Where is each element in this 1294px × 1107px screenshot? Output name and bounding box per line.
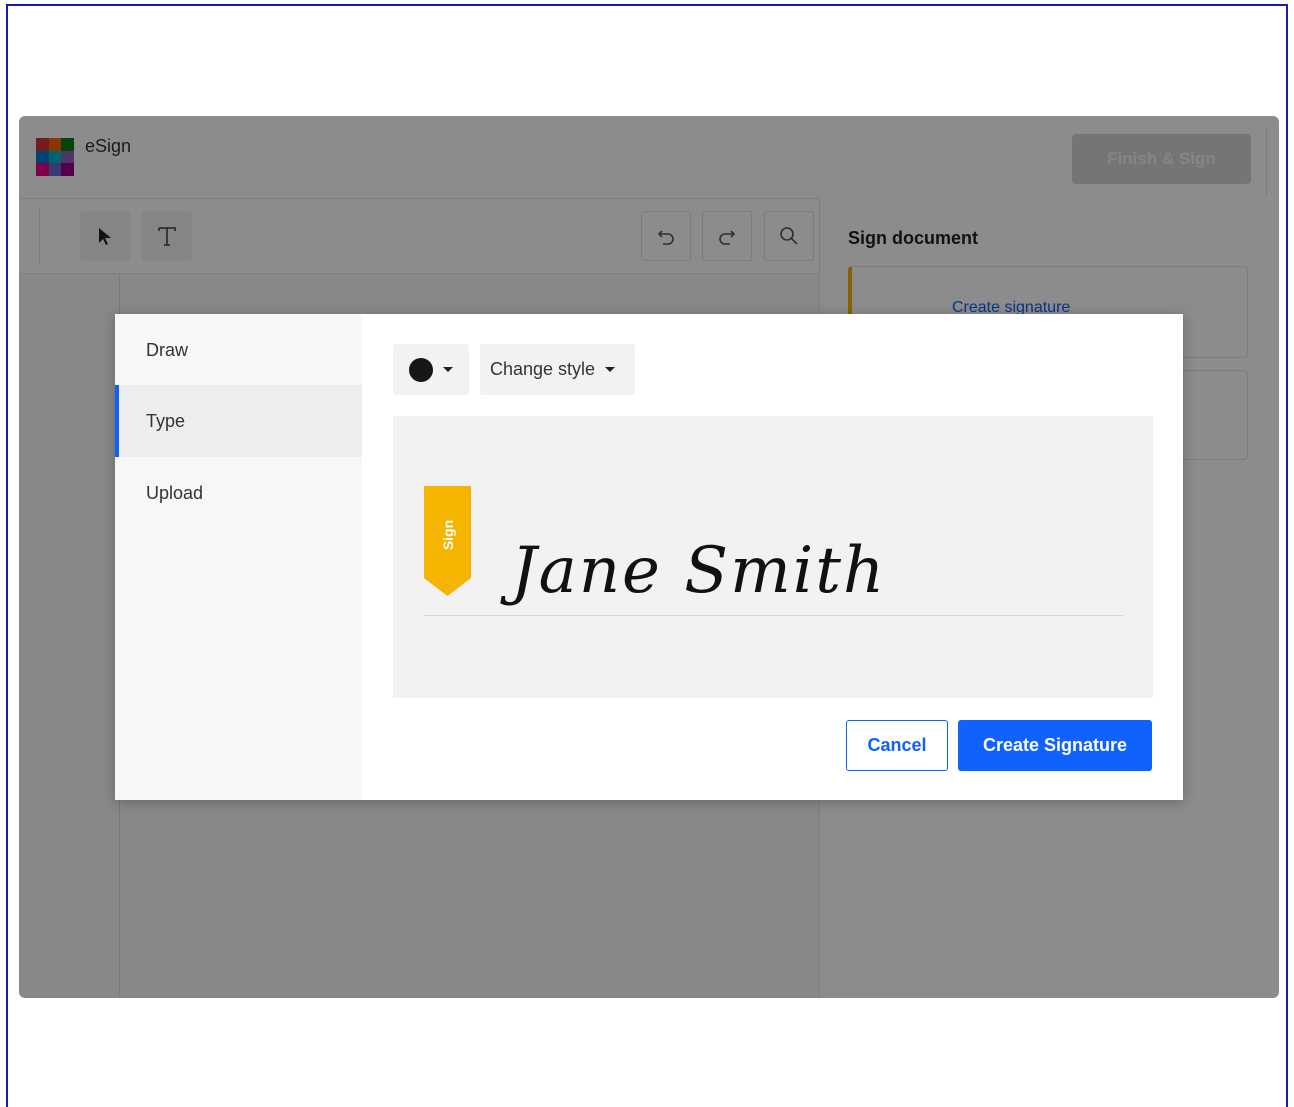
tab-label: Draw bbox=[146, 339, 189, 360]
chevron-down-icon bbox=[443, 367, 453, 372]
color-swatch bbox=[409, 357, 433, 382]
sign-tag-label: Sign bbox=[440, 519, 456, 551]
signature-editor: Change style Sign Jane Smith Cancel Crea… bbox=[362, 314, 1183, 800]
sign-here-tag: Sign bbox=[424, 486, 471, 596]
tab-upload[interactable]: Upload bbox=[115, 457, 362, 529]
cancel-button[interactable]: Cancel bbox=[846, 720, 948, 771]
change-style-button[interactable]: Change style bbox=[480, 344, 635, 395]
tab-type[interactable]: Type bbox=[115, 385, 362, 457]
signature-preview[interactable]: Sign Jane Smith bbox=[393, 416, 1153, 698]
typed-signature: Jane Smith bbox=[511, 534, 887, 608]
chevron-down-icon bbox=[605, 367, 616, 372]
tab-label: Upload bbox=[146, 482, 204, 503]
signature-modal: Draw Type Upload Change style Sign Jane … bbox=[115, 314, 1183, 800]
create-signature-button[interactable]: Create Signature bbox=[958, 720, 1152, 771]
tab-draw[interactable]: Draw bbox=[115, 314, 362, 386]
tab-label: Type bbox=[146, 410, 186, 431]
change-style-label: Change style bbox=[490, 359, 596, 379]
signature-baseline bbox=[424, 615, 1123, 616]
signature-method-nav: Draw Type Upload bbox=[115, 314, 362, 800]
color-picker-button[interactable] bbox=[393, 344, 469, 395]
